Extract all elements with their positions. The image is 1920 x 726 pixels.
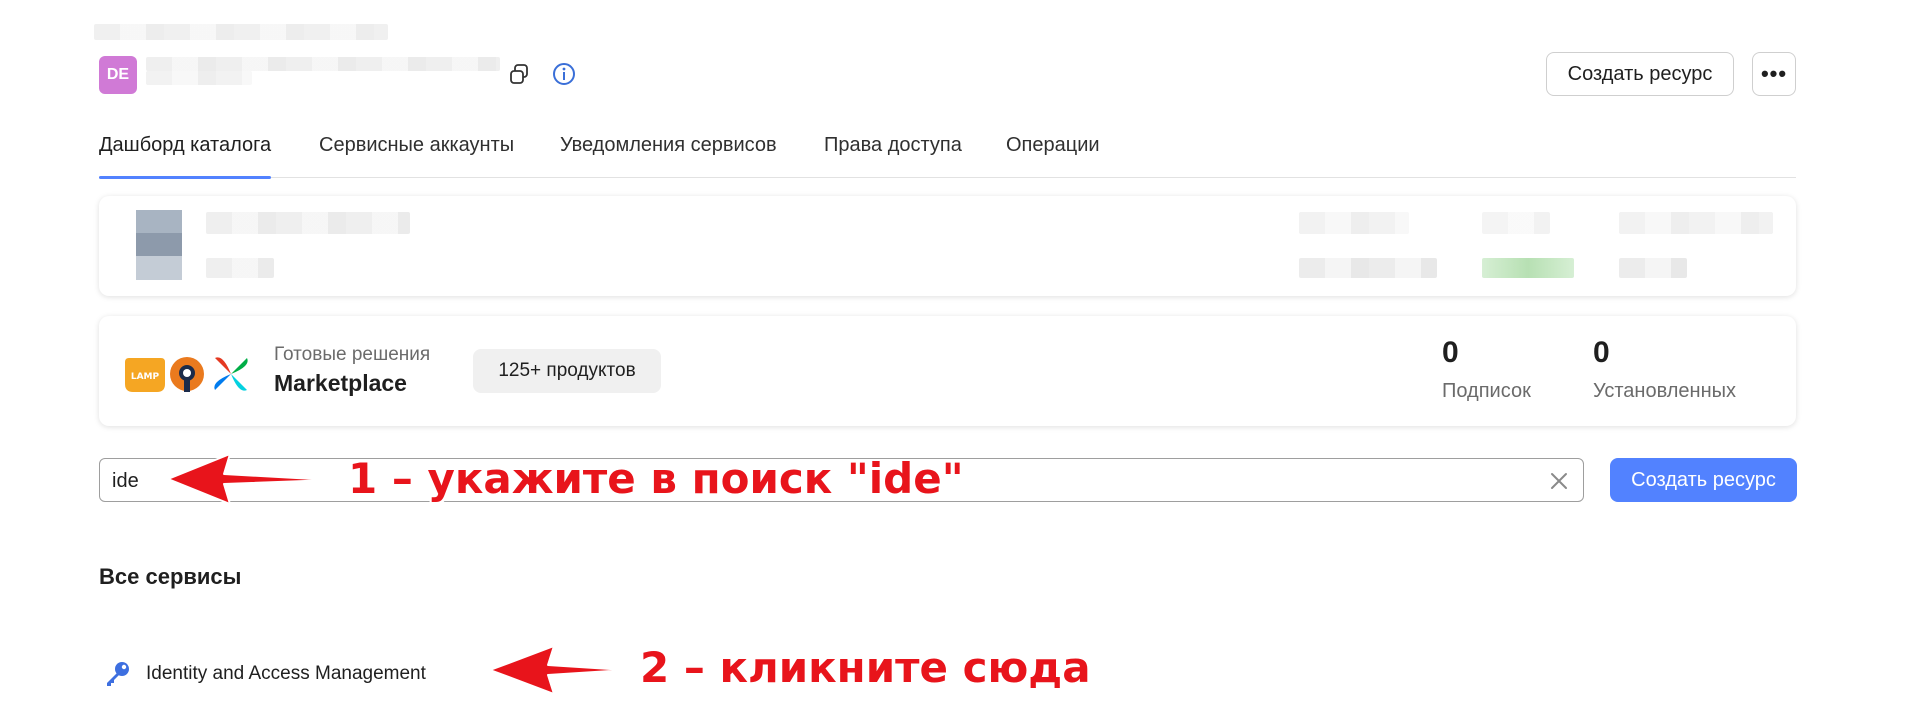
blurred-status-badge bbox=[1482, 258, 1574, 278]
blurred-balance-value bbox=[1619, 258, 1687, 278]
marketplace-title[interactable]: Marketplace bbox=[274, 370, 407, 397]
tab-dashboard[interactable]: Дашборд каталога bbox=[99, 134, 272, 179]
key-icon bbox=[99, 656, 135, 692]
tab-bar: Дашборд каталога Сервисные аккаунты Увед… bbox=[99, 130, 1796, 179]
annotation-arrow-2 bbox=[489, 645, 627, 695]
marketplace-caption: Готовые решения bbox=[274, 344, 431, 365]
lamp-logo-icon: LAMP bbox=[125, 358, 165, 392]
avatar[interactable]: DE bbox=[99, 56, 137, 94]
openvpn-logo-icon bbox=[170, 357, 204, 392]
annotation-arrow-1 bbox=[167, 453, 333, 505]
installed-label: Установленных bbox=[1593, 380, 1737, 402]
tab-service-accounts[interactable]: Сервисные аккаунты bbox=[319, 134, 514, 178]
products-count-badge[interactable]: 125+ продуктов bbox=[473, 349, 661, 393]
all-services-heading: Все сервисы bbox=[99, 564, 242, 589]
cloud-info-card bbox=[99, 196, 1796, 296]
info-icon[interactable] bbox=[550, 60, 578, 88]
installed-count: 0 bbox=[1593, 336, 1610, 369]
blurred-folder-id bbox=[146, 71, 252, 85]
blurred-balance-label bbox=[1619, 212, 1773, 234]
service-item-iam[interactable]: Identity and Access Management bbox=[99, 656, 469, 692]
blurred-cloud-sub bbox=[206, 258, 274, 278]
more-button[interactable]: ••• bbox=[1752, 52, 1796, 96]
svg-text:LAMP: LAMP bbox=[131, 372, 160, 382]
blurred-cloud-name bbox=[206, 212, 410, 234]
annotation-step-2: 2 – кликните сюда bbox=[640, 643, 1091, 692]
subscriptions-label: Подписок bbox=[1442, 380, 1531, 402]
airflow-logo-icon bbox=[214, 357, 248, 391]
blurred-breadcrumb bbox=[94, 24, 388, 40]
tab-operations[interactable]: Операции bbox=[1006, 134, 1100, 178]
blurred-status-label bbox=[1482, 212, 1550, 234]
service-item-label: Identity and Access Management bbox=[146, 663, 426, 684]
copy-icon[interactable] bbox=[505, 60, 533, 88]
subscriptions-count: 0 bbox=[1442, 336, 1459, 369]
tab-service-notifications[interactable]: Уведомления сервисов bbox=[560, 134, 777, 178]
annotation-step-1: 1 – укажите в поиск "ide" bbox=[348, 454, 964, 503]
blurred-folder-name bbox=[146, 57, 500, 71]
marketplace-logos: LAMP bbox=[123, 352, 253, 392]
blurred-billing-value bbox=[1299, 258, 1437, 278]
blurred-billing-label bbox=[1299, 212, 1409, 234]
blurred-cloud-icon bbox=[136, 210, 182, 280]
marketplace-card[interactable]: LAMP Готовые решения Marketplace 125+ пр… bbox=[99, 316, 1796, 426]
tab-access-rights[interactable]: Права доступа bbox=[824, 134, 962, 178]
create-resource-button[interactable]: Создать ресурс bbox=[1546, 52, 1734, 96]
close-icon[interactable] bbox=[1547, 469, 1571, 493]
create-resource-primary-button[interactable]: Создать ресурс bbox=[1610, 458, 1797, 502]
